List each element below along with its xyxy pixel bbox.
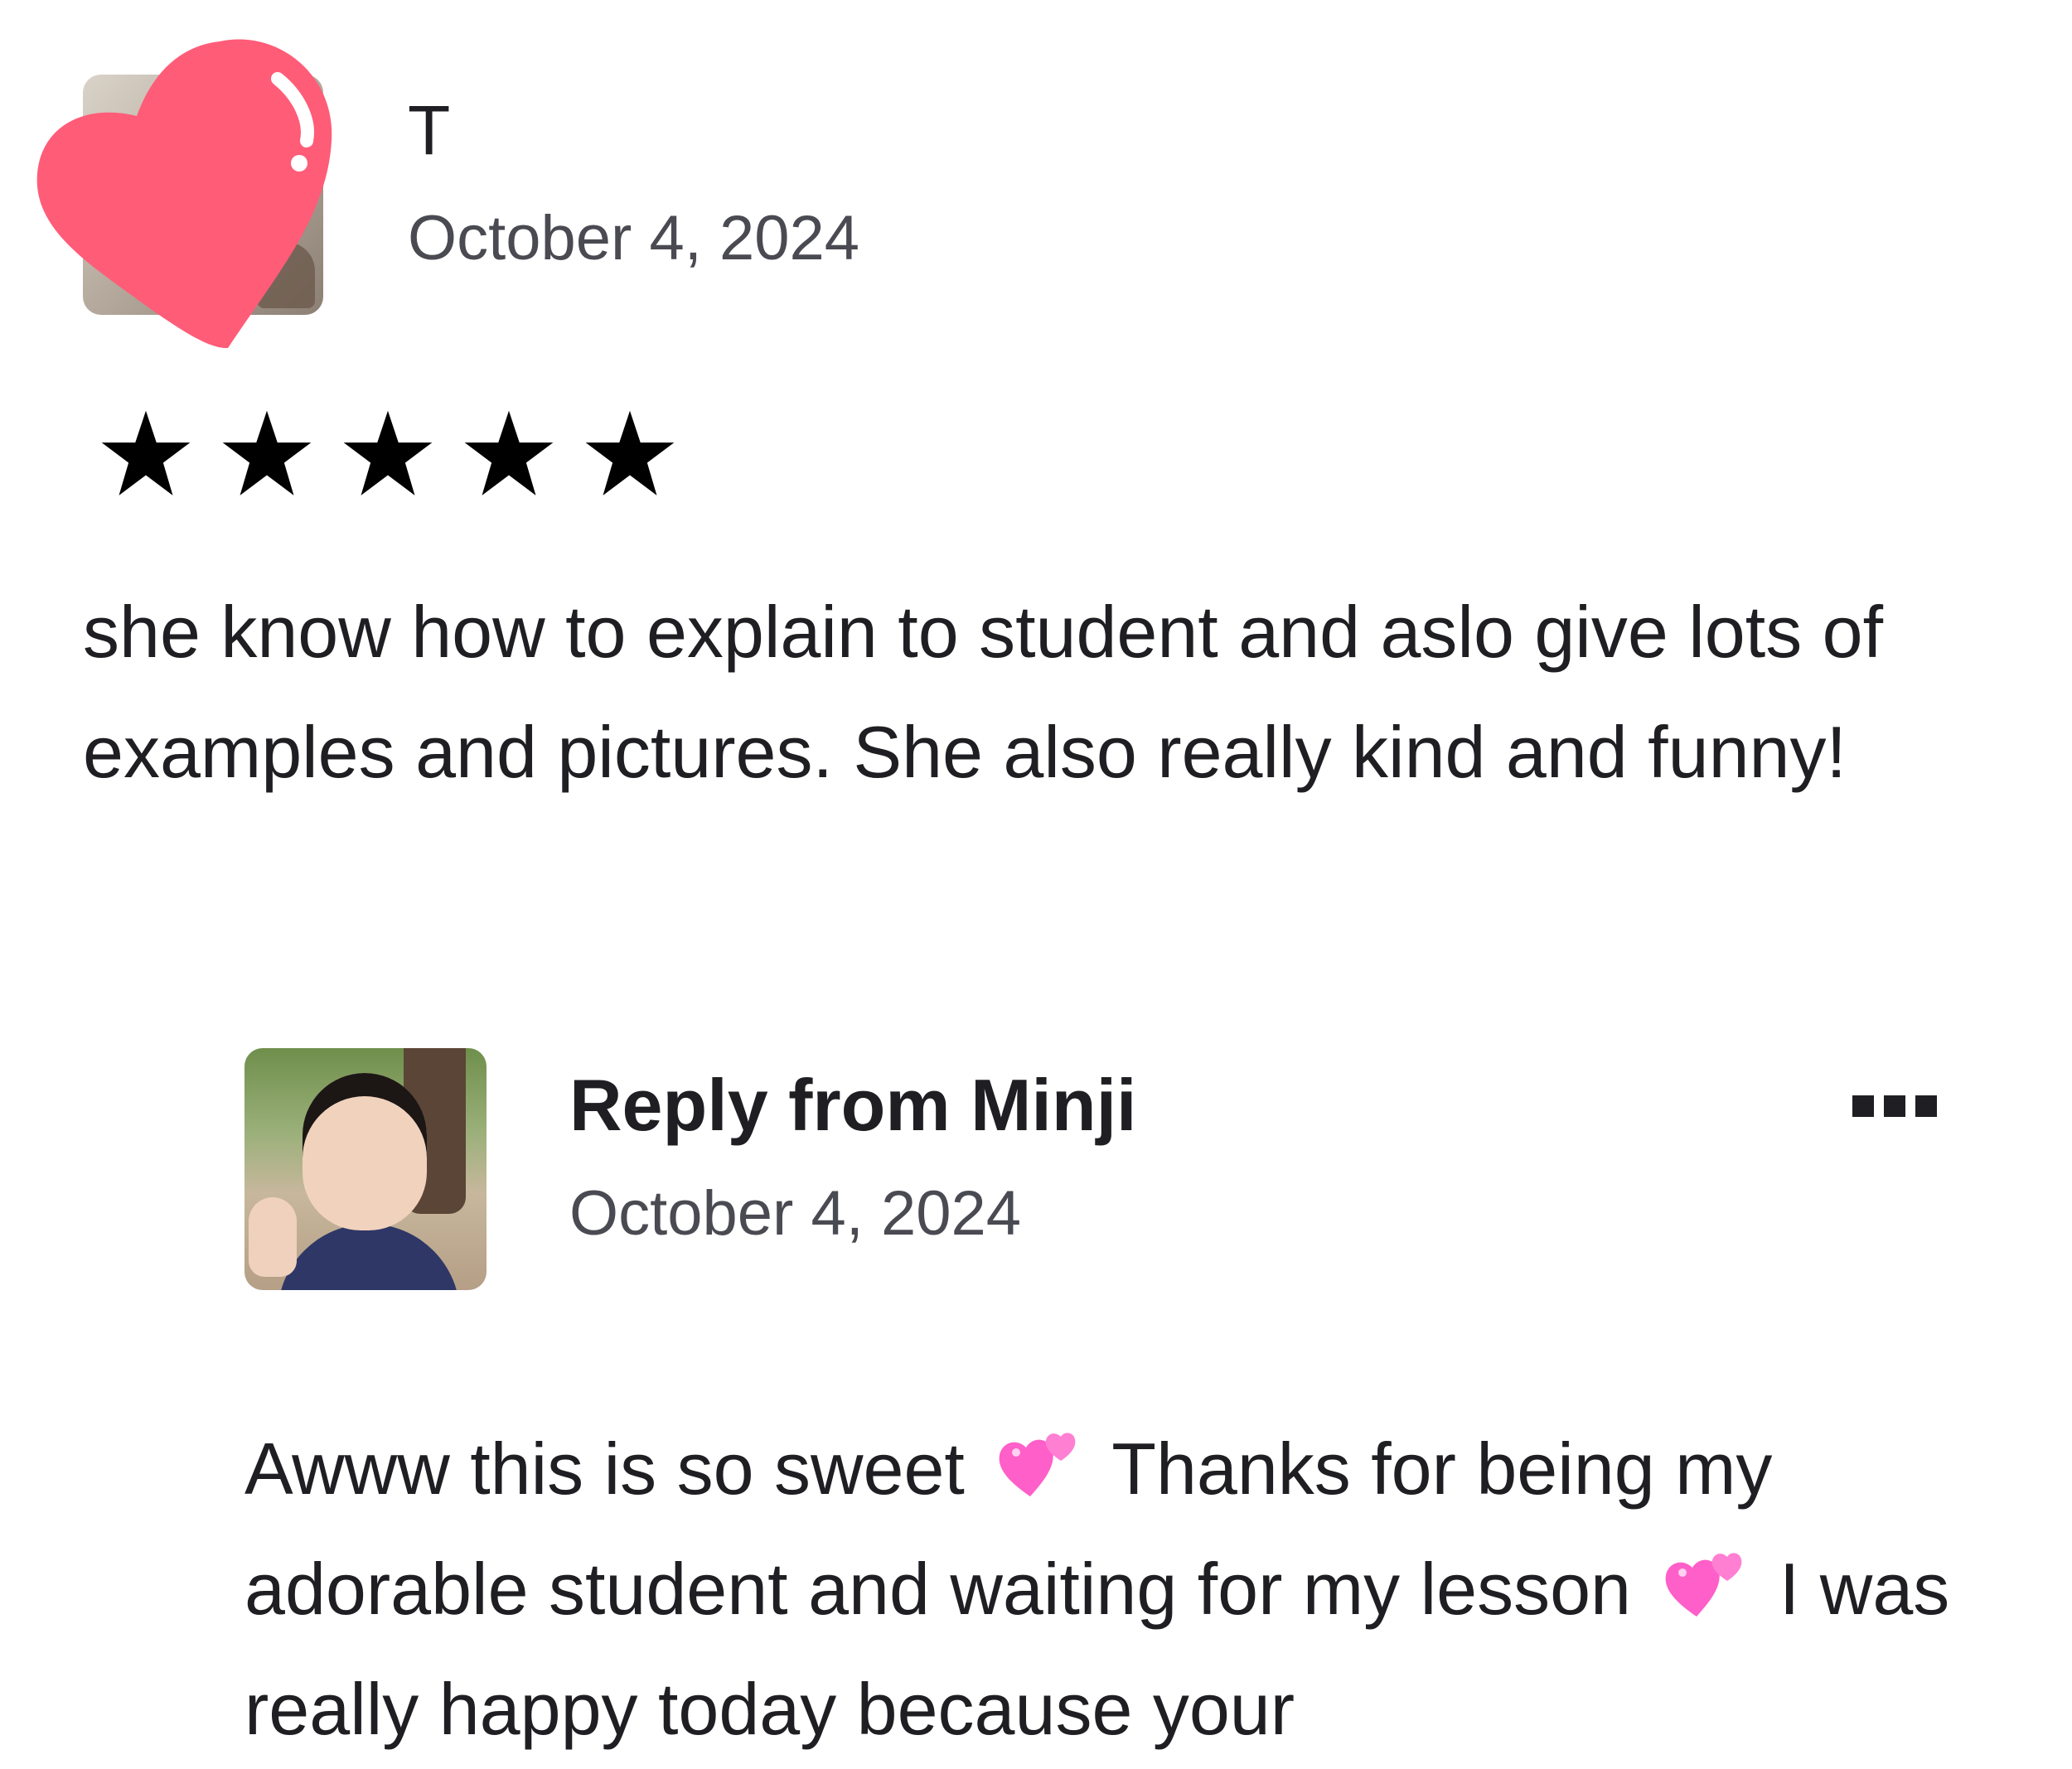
avatar-peace-hand (249, 1197, 297, 1277)
star-rating (98, 406, 678, 502)
reply-text-part-1: Awww this is so sweet (244, 1428, 965, 1510)
review-date: October 4, 2024 (408, 203, 860, 273)
star-icon (101, 410, 191, 495)
review-text: she know how to explain to student and a… (83, 591, 1884, 793)
more-icon (1915, 1095, 1937, 1117)
reviewer-name: T (408, 91, 451, 169)
star-icon (222, 410, 312, 495)
star-icon (464, 410, 554, 495)
reply-date: October 4, 2024 (569, 1178, 1022, 1249)
avatar-shirt (278, 1224, 460, 1290)
star-icon (585, 410, 675, 495)
star-icon (343, 410, 433, 495)
more-options-button[interactable] (1852, 1090, 1939, 1123)
more-icon (1884, 1095, 1905, 1117)
two-hearts-emoji-icon (999, 1433, 1076, 1496)
reply-text: Awww this is so sweet Thanks for being m… (244, 1409, 1968, 1769)
heart-sticker-icon (36, 39, 332, 348)
avatar-face (303, 1073, 427, 1230)
reply-title: Reply from Minji (569, 1064, 1137, 1146)
tutor-avatar[interactable] (244, 1048, 487, 1290)
more-icon (1852, 1095, 1874, 1117)
two-hearts-emoji-icon (1666, 1553, 1742, 1617)
